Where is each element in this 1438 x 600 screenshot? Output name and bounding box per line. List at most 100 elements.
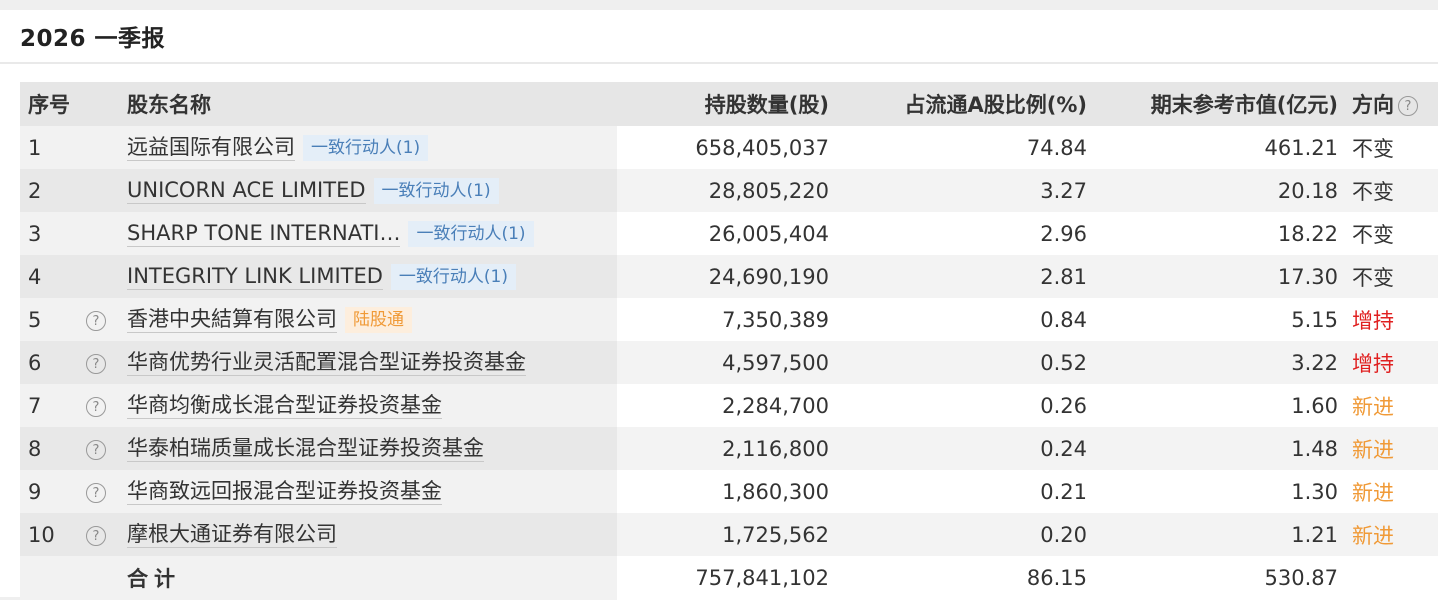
row-idx: 10 — [28, 522, 55, 547]
holder-tag[interactable]: 一致行动人(1) — [408, 220, 534, 247]
holder-name-cell: 远益国际有限公司 一致行动人(1) — [127, 134, 429, 161]
question-circle-icon[interactable]: ? — [86, 440, 106, 460]
holder-name-link[interactable]: INTEGRITY LINK LIMITED — [127, 263, 383, 290]
row-idx: 4 — [28, 264, 42, 289]
table-row: 1 远益国际有限公司 一致行动人(1) 658,405,037 74.84 461.21 不… — [20, 126, 1438, 169]
total-row: 合计 757,841,102 86.15 530.87 — [20, 556, 1438, 600]
top-holders-table: 序号 股东名称 持股数量(股) 占流通A股比例(%) 期末参考市值(亿元) 方向… — [20, 82, 1438, 600]
row-idx: 2 — [28, 178, 42, 203]
holder-direction: 不变 — [1352, 179, 1394, 204]
holder-help[interactable]: ? — [86, 526, 106, 546]
table-row: 6? 华商优势行业灵活配置混合型证券投资基金 4,597,500 0.52 3.22 增持 — [20, 341, 1438, 384]
holder-name-link[interactable]: SHARP TONE INTERNATI… — [127, 220, 401, 247]
holder-shares: 24,690,190 — [708, 264, 829, 289]
holder-name-link[interactable]: 华泰柏瑞质量成长混合型证券投资基金 — [127, 435, 484, 462]
holder-direction: 增持 — [1352, 351, 1394, 376]
row-idx: 3 — [28, 221, 42, 246]
row-idx: 5 — [28, 307, 42, 332]
question-circle-icon[interactable]: ? — [86, 526, 106, 546]
table-row: 7? 华商均衡成长混合型证券投资基金 2,284,700 0.26 1.60 新进 — [20, 384, 1438, 427]
holder-help[interactable]: ? — [86, 311, 106, 331]
holder-name-cell: 华商均衡成长混合型证券投资基金 — [127, 392, 442, 419]
holder-pct: 3.27 — [1040, 178, 1087, 203]
holder-value: 1.21 — [1291, 522, 1338, 547]
holder-shares: 7,350,389 — [722, 307, 829, 332]
holder-pct: 0.52 — [1040, 350, 1087, 375]
header-value: 期末参考市值(亿元) — [1150, 93, 1338, 117]
holder-value: 5.15 — [1291, 307, 1338, 332]
holder-shares: 1,860,300 — [722, 479, 829, 504]
header-direction: 方向? — [1352, 89, 1418, 119]
table-row: 8? 华泰柏瑞质量成长混合型证券投资基金 2,116,800 0.24 1.48 新进 — [20, 427, 1438, 470]
holder-pct: 0.26 — [1040, 393, 1087, 418]
question-circle-icon[interactable]: ? — [86, 397, 106, 417]
holder-name-cell: 华商优势行业灵活配置混合型证券投资基金 — [127, 349, 526, 376]
holder-name-cell: UNICORN ACE LIMITED 一致行动人(1) — [127, 177, 499, 204]
holder-pct: 0.24 — [1040, 436, 1087, 461]
holder-value: 1.60 — [1291, 393, 1338, 418]
holder-help[interactable]: ? — [86, 440, 106, 460]
holder-help[interactable]: ? — [86, 483, 106, 503]
header-direction-label: 方向 — [1352, 93, 1394, 117]
question-circle-icon[interactable]: ? — [86, 483, 106, 503]
holder-pct: 2.96 — [1040, 221, 1087, 246]
header-idx: 序号 — [28, 93, 70, 117]
holder-tag[interactable]: 一致行动人(1) — [390, 263, 517, 290]
holder-pct: 0.84 — [1040, 307, 1087, 332]
table-row: 9? 华商致远回报混合型证券投资基金 1,860,300 0.21 1.30 新进 — [20, 470, 1438, 513]
panel-header: 2026 一季报 — [0, 10, 1438, 64]
holder-name-link[interactable]: 华商致远回报混合型证券投资基金 — [127, 478, 442, 505]
holder-tag[interactable]: 一致行动人(1) — [373, 177, 499, 204]
holder-direction: 不变 — [1352, 265, 1394, 290]
holder-name-link[interactable]: UNICORN ACE LIMITED — [127, 177, 366, 204]
holder-value: 17.30 — [1277, 264, 1338, 289]
holder-name-cell: 华泰柏瑞质量成长混合型证券投资基金 — [127, 435, 484, 462]
holder-name-cell: SHARP TONE INTERNATI… 一致行动人(1) — [127, 220, 534, 247]
question-circle-icon[interactable]: ? — [86, 354, 106, 374]
holder-name-link[interactable]: 香港中央結算有限公司 — [127, 306, 337, 333]
holder-shares: 2,116,800 — [722, 436, 829, 461]
holder-value: 1.48 — [1291, 436, 1338, 461]
question-circle-icon[interactable]: ? — [86, 311, 106, 331]
holder-name-cell: 香港中央結算有限公司 陆股通 — [127, 306, 412, 333]
holder-value: 1.30 — [1291, 479, 1338, 504]
holder-name-link[interactable]: 华商优势行业灵活配置混合型证券投资基金 — [127, 349, 526, 376]
table-row: 5? 香港中央結算有限公司 陆股通 7,350,389 0.84 5.15 增持 — [20, 298, 1438, 341]
holder-tag[interactable]: 一致行动人(1) — [303, 134, 429, 161]
holder-tag[interactable]: 陆股通 — [345, 306, 412, 333]
holder-name-cell: 华商致远回报混合型证券投资基金 — [127, 478, 442, 505]
table-row: 10? 摩根大通证券有限公司 1,725,562 0.20 1.21 新进 — [20, 513, 1438, 556]
holder-value: 18.22 — [1277, 221, 1338, 246]
row-idx: 9 — [28, 479, 42, 504]
holder-name-cell: 摩根大通证券有限公司 — [127, 521, 337, 548]
holder-value: 20.18 — [1277, 178, 1338, 203]
holder-shares: 1,725,562 — [722, 522, 829, 547]
table-body: 1 远益国际有限公司 一致行动人(1) 658,405,037 74.84 461.21 不… — [20, 126, 1438, 556]
row-idx: 7 — [28, 393, 42, 418]
holder-pct: 74.84 — [1026, 135, 1087, 160]
row-idx: 1 — [28, 135, 42, 160]
holder-shares: 26,005,404 — [708, 221, 829, 246]
holder-name-cell: INTEGRITY LINK LIMITED 一致行动人(1) — [127, 263, 517, 290]
holder-direction: 增持 — [1352, 308, 1394, 333]
holder-direction: 不变 — [1352, 136, 1394, 161]
holder-name-link[interactable]: 华商均衡成长混合型证券投资基金 — [127, 392, 442, 419]
table-row: 4 INTEGRITY LINK LIMITED 一致行动人(1) 24,690,19… — [20, 255, 1438, 298]
holder-name-link[interactable]: 远益国际有限公司 — [127, 134, 295, 161]
holder-shares: 658,405,037 — [695, 135, 829, 160]
table-row: 2 UNICORN ACE LIMITED 一致行动人(1) 28,805,220 3.… — [20, 169, 1438, 212]
total-pct: 86.15 — [1026, 566, 1087, 590]
holder-help[interactable]: ? — [86, 397, 106, 417]
header-pct: 占流通A股比例(%) — [904, 93, 1088, 117]
holder-pct: 0.20 — [1040, 522, 1087, 547]
total-label: 合计 — [127, 567, 181, 591]
total-shares: 757,841,102 — [695, 566, 829, 590]
holder-shares: 2,284,700 — [722, 393, 829, 418]
total-value: 530.87 — [1264, 566, 1338, 590]
table-row: 3 SHARP TONE INTERNATI… 一致行动人(1) 26,005,404… — [20, 212, 1438, 255]
holder-pct: 2.81 — [1040, 264, 1087, 289]
holder-help[interactable]: ? — [86, 354, 106, 374]
direction-help-icon[interactable]: ? — [1398, 96, 1418, 116]
holder-name-link[interactable]: 摩根大通证券有限公司 — [127, 521, 337, 548]
holder-pct: 0.21 — [1040, 479, 1087, 504]
